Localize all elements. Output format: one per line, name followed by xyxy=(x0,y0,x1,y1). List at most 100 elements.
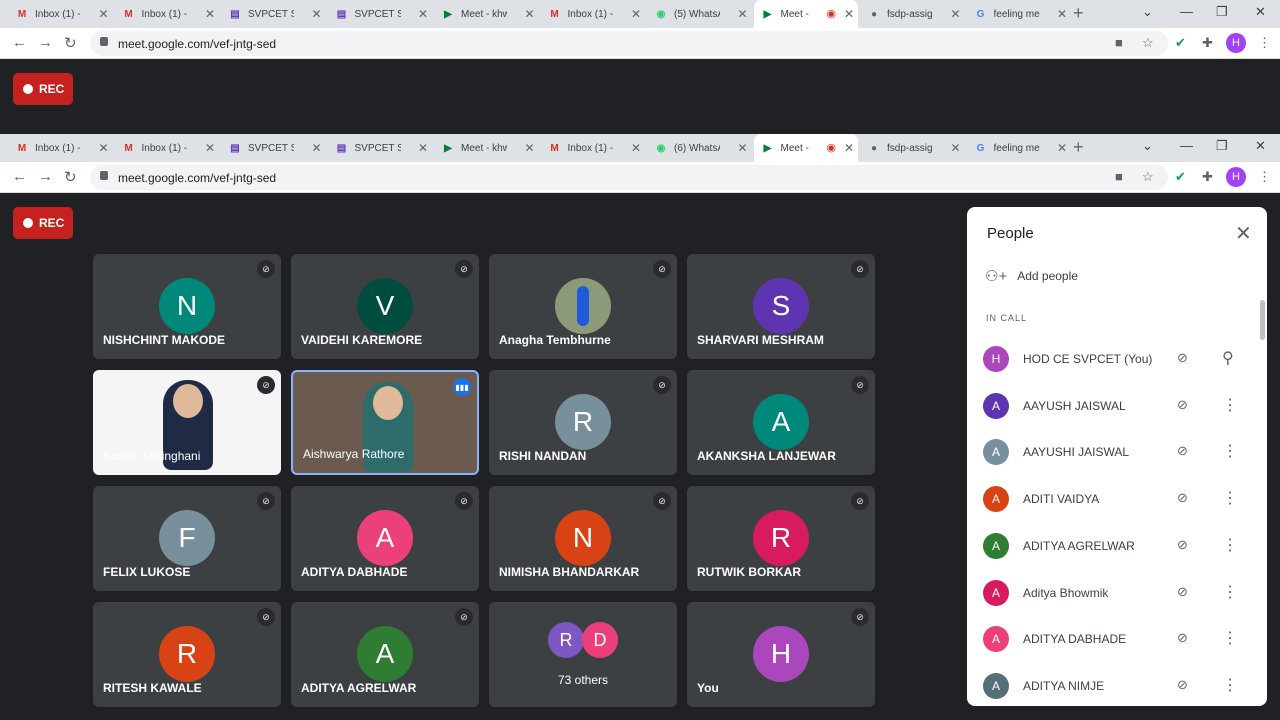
others-tile[interactable]: R D 73 others xyxy=(489,602,677,707)
reload-icon[interactable]: ↻ xyxy=(64,168,77,186)
participant-tile[interactable]: V VAIDEHI KAREMORE ⊘ xyxy=(291,254,479,359)
tab-close-icon[interactable]: ✕ xyxy=(205,7,215,21)
reload-icon[interactable]: ↻ xyxy=(64,34,77,52)
add-people-button[interactable]: ⚇+ Add people xyxy=(985,267,1078,285)
tab-close-icon[interactable]: ✕ xyxy=(524,141,534,155)
close-panel-icon[interactable]: ✕ xyxy=(1235,221,1252,246)
participant-tile[interactable]: H You ⊘ xyxy=(687,602,875,707)
more-options-icon[interactable]: ⋮ xyxy=(1222,395,1238,415)
tab-close-icon[interactable]: ✕ xyxy=(98,7,108,21)
browser-tab[interactable]: M Inbox (1) - a ✕ xyxy=(115,0,220,28)
browser-tab[interactable]: ▶ Meet - khw ✕ xyxy=(434,0,539,28)
minimize-icon[interactable]: — xyxy=(1180,138,1193,153)
more-options-icon[interactable]: ⋮ xyxy=(1222,535,1238,555)
participant-tile[interactable]: R RISHI NANDAN ⊘ xyxy=(489,370,677,475)
profile-avatar[interactable]: H xyxy=(1226,33,1246,53)
participant-tile[interactable]: N NIMISHA BHANDARKAR ⊘ xyxy=(489,486,677,591)
tab-close-icon[interactable]: ✕ xyxy=(631,141,641,155)
back-icon[interactable]: ← xyxy=(12,34,27,51)
tab-close-icon[interactable]: ✕ xyxy=(737,7,747,21)
minimize-icon[interactable]: — xyxy=(1180,4,1193,19)
participant-tile[interactable]: Aishwarya Rathore ▮▮▮ xyxy=(291,370,479,475)
camera-icon[interactable]: ■ xyxy=(1115,169,1123,184)
tab-search-icon[interactable]: ⌄ xyxy=(1142,138,1153,154)
mic-off-icon[interactable]: ⊘ xyxy=(1177,630,1188,646)
tab-close-icon[interactable]: ✕ xyxy=(1057,7,1067,21)
maximize-icon[interactable]: ❐ xyxy=(1216,138,1228,154)
person-row[interactable]: A ADITYA DABHADE ⊘ ⋮ xyxy=(967,616,1267,662)
browser-tab[interactable]: ▶ Meet - khw ✕ xyxy=(434,134,539,162)
tab-close-icon[interactable]: ✕ xyxy=(737,141,747,155)
more-options-icon[interactable]: ⋮ xyxy=(1222,488,1238,508)
browser-tab[interactable]: Gfeeling mea ✕ xyxy=(967,134,1072,162)
browser-tab[interactable]: M Inbox (1) - h ✕ xyxy=(8,134,113,162)
tab-search-icon[interactable]: ⌄ xyxy=(1142,4,1153,20)
mic-off-icon[interactable]: ⊘ xyxy=(1177,537,1188,553)
browser-tab[interactable]: ● fsdp-assign ✕ xyxy=(860,0,965,28)
new-tab-button[interactable]: + xyxy=(1073,137,1084,158)
menu-dots-icon[interactable]: ⋮ xyxy=(1258,35,1271,51)
close-window-icon[interactable]: ✕ xyxy=(1255,138,1266,154)
back-icon[interactable]: ← xyxy=(12,168,27,185)
tab-close-icon[interactable]: ✕ xyxy=(950,141,960,155)
browser-tab[interactable]: M Inbox (1) - s ✕ xyxy=(541,0,646,28)
mic-off-icon[interactable]: ⊘ xyxy=(1177,584,1188,600)
tab-close-icon[interactable]: ✕ xyxy=(524,7,534,21)
mic-off-icon[interactable]: ⊘ xyxy=(1177,350,1188,366)
person-row[interactable]: A ADITYA NIMJE ⊘ ⋮ xyxy=(967,663,1267,706)
tab-close-icon[interactable]: ✕ xyxy=(311,141,321,155)
participant-tile[interactable]: A AKANKSHA LANJEWAR ⊘ xyxy=(687,370,875,475)
browser-tab[interactable]: ▤ SVPCET Stu ✕ xyxy=(221,134,326,162)
tab-close-icon[interactable]: ✕ xyxy=(1057,141,1067,155)
url-box[interactable]: meet.google.com/vef-jntg-sed xyxy=(90,165,1168,190)
person-row[interactable]: H HOD CE SVPCET (You) ⊘ ⚲ xyxy=(967,336,1267,382)
more-options-icon[interactable]: ⋮ xyxy=(1222,628,1238,648)
participant-tile[interactable]: R RITESH KAWALE ⊘ xyxy=(93,602,281,707)
browser-tab[interactable]: ▤ SVPCET Stu ✕ xyxy=(328,0,433,28)
participant-tile[interactable]: N NISHCHINT MAKODE ⊘ xyxy=(93,254,281,359)
mic-off-icon[interactable]: ⊘ xyxy=(1177,397,1188,413)
forward-icon[interactable]: → xyxy=(38,168,53,185)
bookmark-star-icon[interactable]: ☆ xyxy=(1142,169,1154,185)
more-options-icon[interactable]: ⋮ xyxy=(1222,441,1238,461)
close-window-icon[interactable]: ✕ xyxy=(1255,4,1266,20)
participant-tile[interactable]: A ADITYA DABHADE ⊘ xyxy=(291,486,479,591)
browser-tab[interactable]: Gfeeling mea ✕ xyxy=(967,0,1072,28)
bookmark-star-icon[interactable]: ☆ xyxy=(1142,35,1154,51)
tab-close-icon[interactable]: ✕ xyxy=(844,7,854,21)
person-row[interactable]: A AAYUSHI JAISWAL ⊘ ⋮ xyxy=(967,429,1267,475)
person-row[interactable]: A Aditya Bhowmik ⊘ ⋮ xyxy=(967,570,1267,616)
tab-close-icon[interactable]: ✕ xyxy=(418,141,428,155)
pin-icon[interactable]: ⚲ xyxy=(1222,348,1234,368)
participant-tile[interactable]: F FELIX LUKOSE ⊘ xyxy=(93,486,281,591)
menu-dots-icon[interactable]: ⋮ xyxy=(1258,169,1271,185)
browser-tab[interactable]: M Inbox (1) - a ✕ xyxy=(115,134,220,162)
new-tab-button[interactable]: + xyxy=(1073,3,1084,24)
mic-off-icon[interactable]: ⊘ xyxy=(1177,490,1188,506)
person-row[interactable]: A AAYUSH JAISWAL ⊘ ⋮ xyxy=(967,383,1267,429)
tab-close-icon[interactable]: ✕ xyxy=(98,141,108,155)
extension-check-icon[interactable]: ✔ xyxy=(1175,169,1186,185)
browser-tab[interactable]: ▶ Meet - ◉ ✕ xyxy=(753,134,858,162)
more-options-icon[interactable]: ⋮ xyxy=(1222,582,1238,602)
browser-tab[interactable]: M Inbox (1) - s ✕ xyxy=(541,134,646,162)
person-row[interactable]: A ADITI VAIDYA ⊘ ⋮ xyxy=(967,476,1267,522)
maximize-icon[interactable]: ❐ xyxy=(1216,4,1228,20)
person-row[interactable]: A ADITYA AGRELWAR ⊘ ⋮ xyxy=(967,523,1267,569)
tab-close-icon[interactable]: ✕ xyxy=(311,7,321,21)
url-box[interactable]: meet.google.com/vef-jntg-sed xyxy=(90,31,1168,56)
mic-off-icon[interactable]: ⊘ xyxy=(1177,443,1188,459)
panel-scrollbar[interactable] xyxy=(1260,300,1265,340)
participant-tile[interactable]: Anagha Tembhurne ⊘ xyxy=(489,254,677,359)
browser-tab[interactable]: ▤ SVPCET Stu ✕ xyxy=(328,134,433,162)
participant-tile[interactable]: Komal Jaisinghani ⊘ xyxy=(93,370,281,475)
forward-icon[interactable]: → xyxy=(38,34,53,51)
more-options-icon[interactable]: ⋮ xyxy=(1222,675,1238,695)
extensions-icon[interactable]: ✚ xyxy=(1202,35,1213,51)
tab-close-icon[interactable]: ✕ xyxy=(950,7,960,21)
profile-avatar[interactable]: H xyxy=(1226,167,1246,187)
browser-tab[interactable]: ▤ SVPCET Stu ✕ xyxy=(221,0,326,28)
extension-check-icon[interactable]: ✔ xyxy=(1175,35,1186,51)
tab-close-icon[interactable]: ✕ xyxy=(205,141,215,155)
participant-tile[interactable]: A ADITYA AGRELWAR ⊘ xyxy=(291,602,479,707)
